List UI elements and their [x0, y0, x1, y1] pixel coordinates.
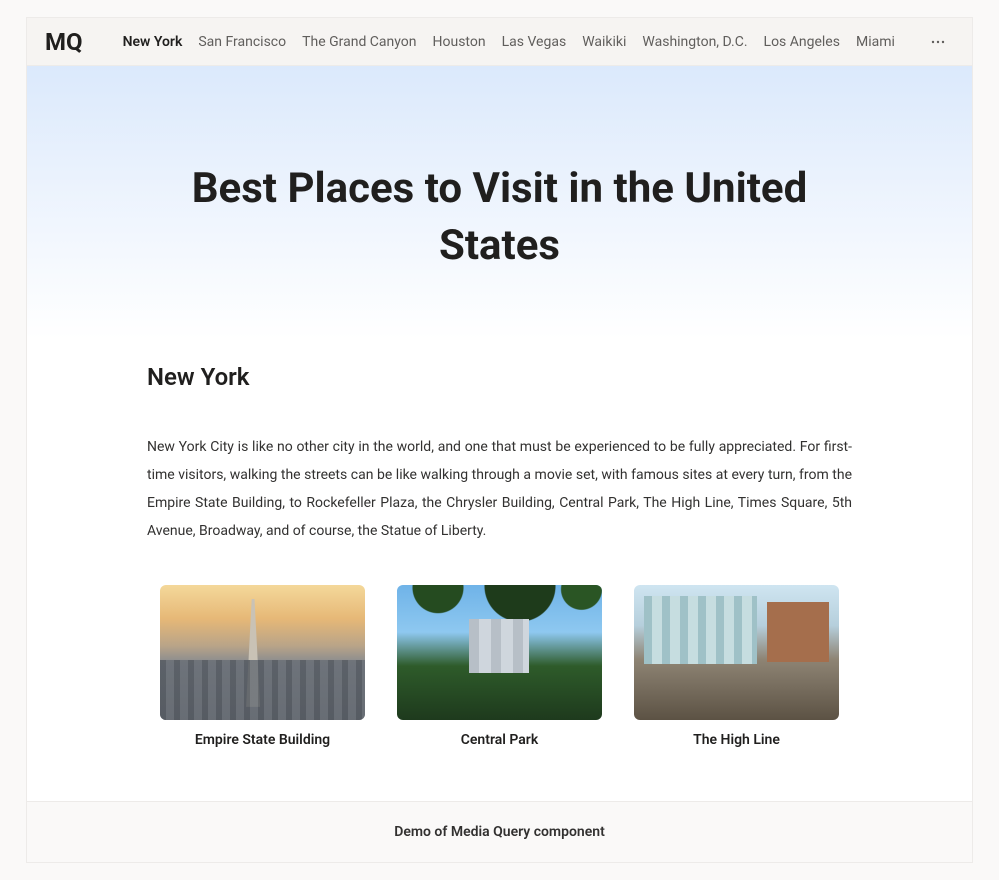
section-new-york: New York New York City is like no other … [27, 339, 972, 801]
cards-row: Empire State Building Central Park The H… [147, 585, 852, 748]
nav-item-waikiki[interactable]: Waikiki [582, 32, 626, 52]
nav-item-miami[interactable]: Miami [856, 32, 895, 52]
card-caption: The High Line [634, 732, 839, 748]
footer-text: Demo of Media Query component [394, 824, 605, 840]
nav-item-san-francisco[interactable]: San Francisco [198, 32, 286, 52]
nav-item-washington-dc[interactable]: Washington, D.C. [642, 32, 747, 52]
page-container: MQ New York San Francisco The Grand Cany… [26, 17, 973, 863]
card-image [397, 585, 602, 720]
nav-item-houston[interactable]: Houston [433, 32, 486, 52]
card-central-park[interactable]: Central Park [397, 585, 602, 748]
nav-item-las-vegas[interactable]: Las Vegas [502, 32, 567, 52]
hero: Best Places to Visit in the United State… [27, 66, 972, 339]
nav-overflow-button[interactable] [922, 26, 954, 58]
card-image [634, 585, 839, 720]
card-empire-state-building[interactable]: Empire State Building [160, 585, 365, 748]
nav-item-grand-canyon[interactable]: The Grand Canyon [302, 32, 416, 52]
pivot-nav: New York San Francisco The Grand Canyon … [123, 32, 912, 52]
nav-item-new-york[interactable]: New York [123, 32, 183, 52]
header: MQ New York San Francisco The Grand Cany… [27, 18, 972, 66]
card-caption: Central Park [397, 732, 602, 748]
card-the-high-line[interactable]: The High Line [634, 585, 839, 748]
section-title: New York [147, 363, 852, 391]
nav-item-los-angeles[interactable]: Los Angeles [764, 32, 840, 52]
card-caption: Empire State Building [160, 732, 365, 748]
logo: MQ [45, 28, 83, 56]
section-body: New York City is like no other city in t… [147, 433, 852, 545]
more-horizontal-icon [930, 34, 946, 50]
card-image [160, 585, 365, 720]
hero-title: Best Places to Visit in the United State… [180, 161, 820, 274]
footer: Demo of Media Query component [27, 801, 972, 862]
